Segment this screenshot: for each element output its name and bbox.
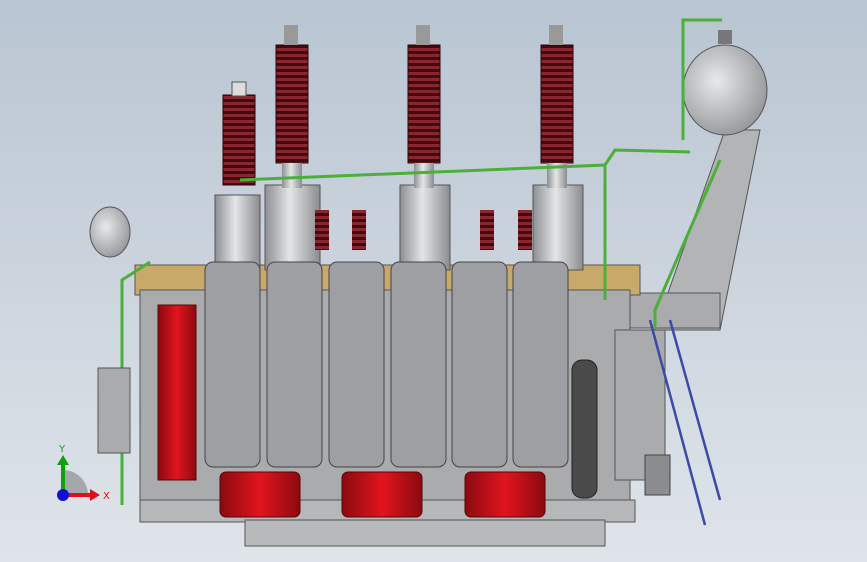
y-axis-label: Y	[58, 444, 66, 455]
gas-cylinder	[571, 359, 598, 499]
right-accessories	[614, 319, 722, 526]
x-axis-label: X	[103, 491, 110, 502]
cad-viewport[interactable]: Y X	[0, 0, 867, 562]
conservator-tank	[681, 18, 768, 140]
transformer-model[interactable]: Y X	[0, 0, 867, 562]
cooling-fans	[219, 471, 546, 518]
